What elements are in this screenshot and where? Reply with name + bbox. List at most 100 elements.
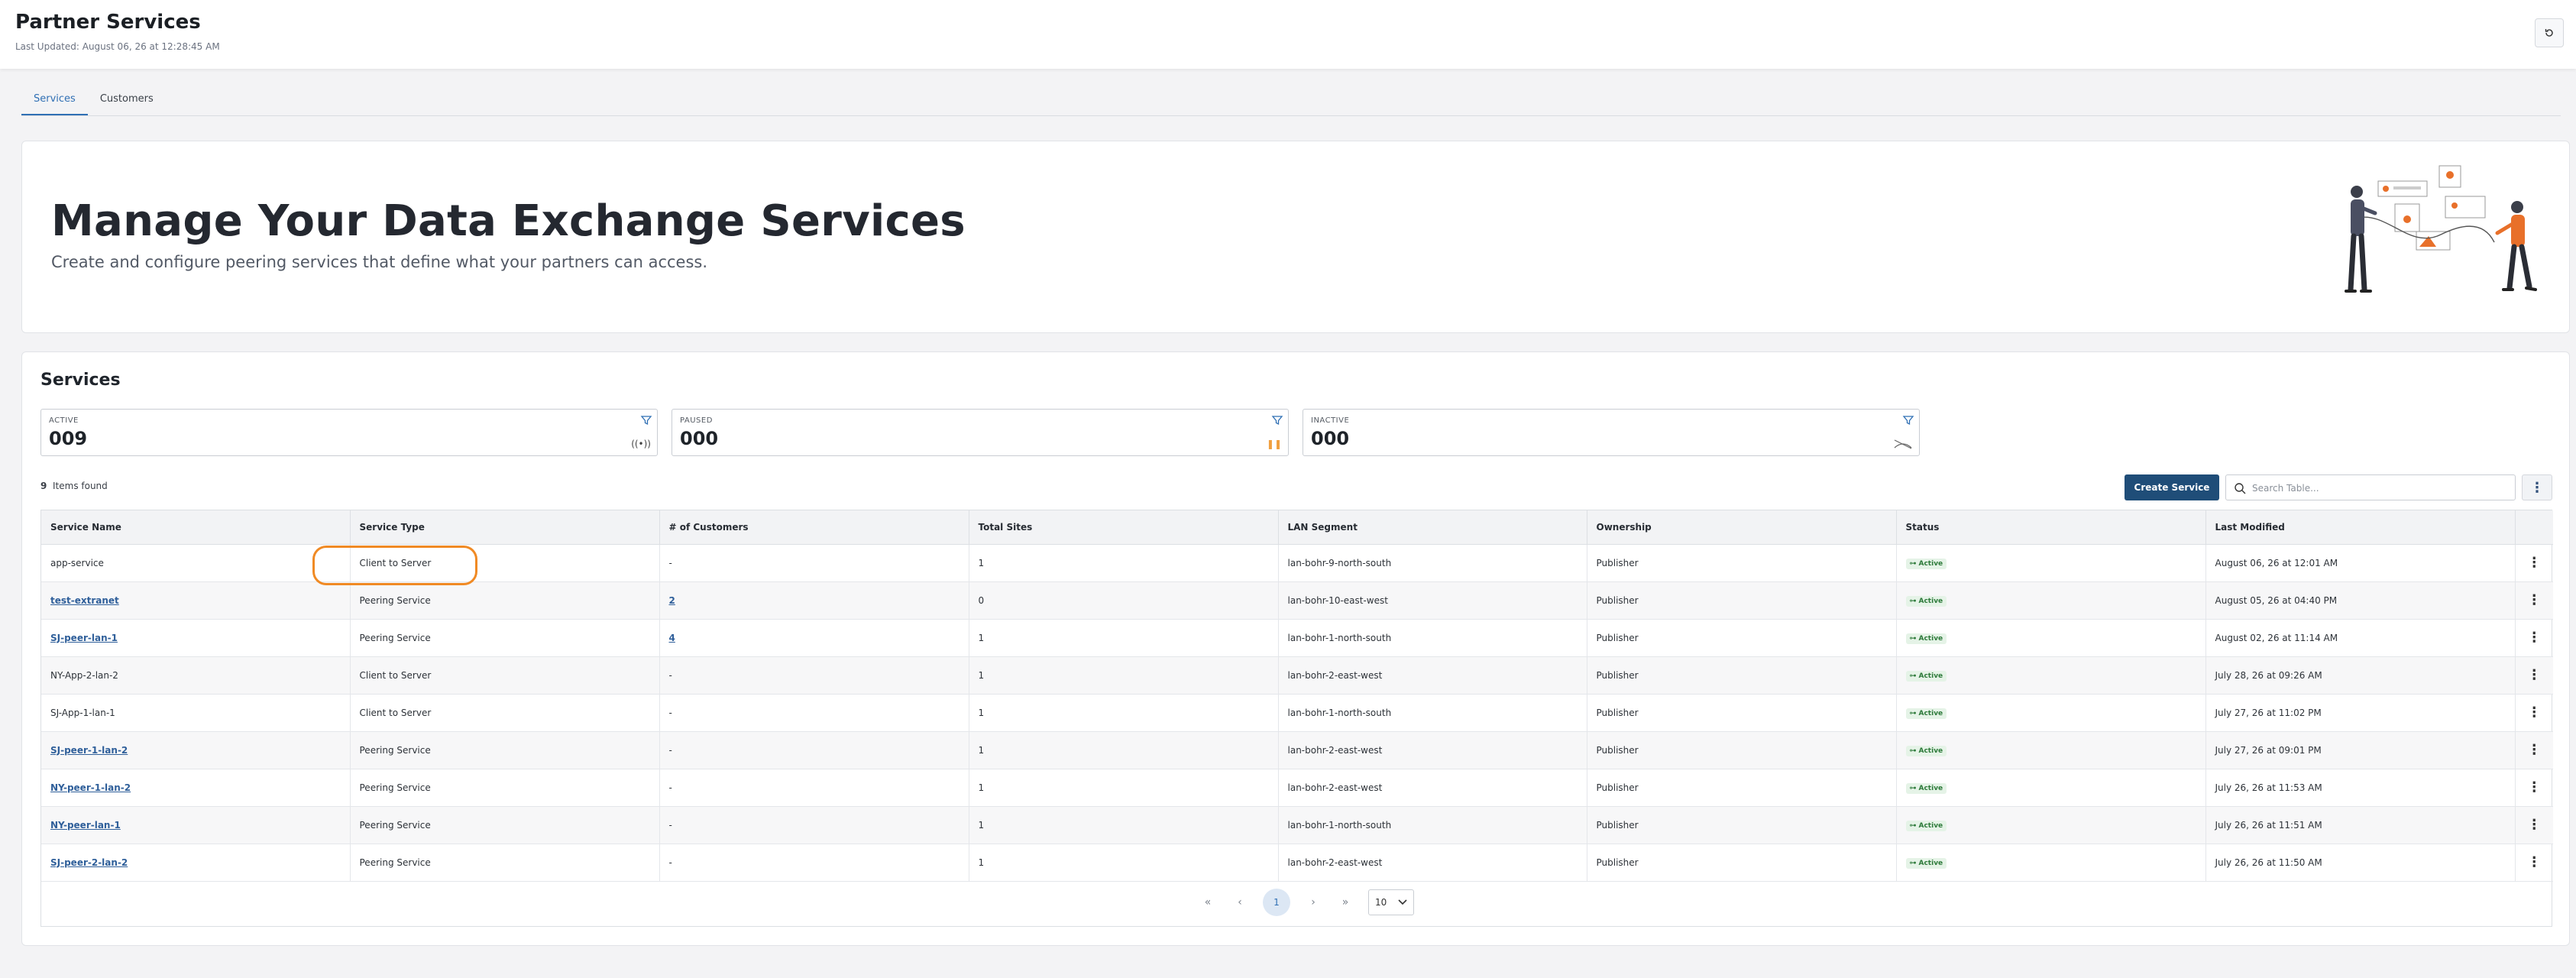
last-modified-cell: July 26, 26 at 11:51 AM xyxy=(2205,806,2516,844)
row-actions-cell[interactable]: ⋮ xyxy=(2515,769,2553,807)
service-name-cell[interactable]: test-extranet xyxy=(41,581,351,620)
hero-title: Manage Your Data Exchange Services xyxy=(51,196,966,246)
row-actions-cell[interactable]: ⋮ xyxy=(2515,544,2553,582)
service-name[interactable]: SJ-peer-2-lan-2 xyxy=(50,857,128,868)
status-cell: ⊶ Active xyxy=(1896,656,2206,695)
filter-icon[interactable] xyxy=(640,414,652,426)
row-actions-cell[interactable]: ⋮ xyxy=(2515,844,2553,882)
stat-card-inactive[interactable]: INACTIVE 000 xyxy=(1303,409,1920,456)
table-row[interactable]: test-extranet Peering Service 2 0 lan-bohr-1… xyxy=(41,581,2553,620)
table-row[interactable]: NY-peer-1-lan-2 Peering Service - 1 lan-bohr… xyxy=(41,769,2553,807)
stat-label: INACTIVE xyxy=(1311,416,1350,425)
first-page-button[interactable]: « xyxy=(1199,896,1217,908)
service-name-cell[interactable]: NY-peer-lan-1 xyxy=(41,806,351,844)
status-badge: ⊶ Active xyxy=(1905,558,1947,569)
refresh-button[interactable] xyxy=(2535,18,2564,47)
row-actions-cell[interactable]: ⋮ xyxy=(2515,656,2553,695)
service-name[interactable]: NY-peer-1-lan-2 xyxy=(50,782,131,793)
status-badge: ⊶ Active xyxy=(1905,670,1947,682)
row-actions-cell[interactable]: ⋮ xyxy=(2515,731,2553,769)
table-row[interactable]: SJ-peer-lan-1 Peering Service 4 1 lan-bohr-1… xyxy=(41,619,2553,657)
kebab-icon[interactable]: ⋮ xyxy=(2527,743,2541,757)
column-header[interactable]: Status xyxy=(1896,510,2206,545)
table-row[interactable]: NY-peer-lan-1 Peering Service - 1 lan-bohr-1… xyxy=(41,806,2553,844)
tab-customers[interactable]: Customers xyxy=(88,84,166,115)
page-number-button[interactable]: 1 xyxy=(1263,889,1290,916)
kebab-icon[interactable]: ⋮ xyxy=(2527,705,2541,720)
customers-cell: - xyxy=(659,806,969,844)
column-header[interactable]: Total Sites xyxy=(969,510,1279,545)
filter-icon[interactable] xyxy=(1902,414,1914,426)
ownership-cell: Publisher xyxy=(1587,544,1897,582)
row-actions-cell[interactable]: ⋮ xyxy=(2515,619,2553,657)
column-header[interactable]: # of Customers xyxy=(659,510,969,545)
service-name-cell[interactable]: SJ-peer-2-lan-2 xyxy=(41,844,351,882)
last-page-button[interactable]: » xyxy=(1336,896,1354,908)
hero-subtitle: Create and configure peering services th… xyxy=(51,253,708,271)
search-icon xyxy=(2235,483,2246,494)
table-row[interactable]: SJ-peer-2-lan-2 Peering Service - 1 lan-bohr… xyxy=(41,844,2553,882)
more-options-button[interactable]: ⋮ xyxy=(2522,474,2552,500)
column-header[interactable]: Service Type xyxy=(350,510,660,545)
service-name-cell[interactable]: SJ-peer-lan-1 xyxy=(41,619,351,657)
filter-icon[interactable] xyxy=(1271,414,1283,426)
service-type-cell: Peering Service xyxy=(350,731,660,769)
table-row[interactable]: SJ-peer-1-lan-2 Peering Service - 1 lan-bohr… xyxy=(41,731,2553,769)
search-input[interactable] xyxy=(2252,480,2504,497)
create-service-button[interactable]: Create Service xyxy=(2125,474,2219,500)
ownership-cell: Publisher xyxy=(1587,769,1897,807)
kebab-icon[interactable]: ⋮ xyxy=(2527,818,2541,832)
stat-card-active[interactable]: ACTIVE 009 ((•)) xyxy=(40,409,658,456)
kebab-icon[interactable]: ⋮ xyxy=(2527,668,2541,682)
tab-services[interactable]: Services xyxy=(21,84,88,115)
service-name[interactable]: test-extranet xyxy=(50,595,119,606)
table-row[interactable]: app-service Client to Server - 1 lan-bohr-9-… xyxy=(41,544,2553,582)
row-actions-cell[interactable]: ⋮ xyxy=(2515,694,2553,732)
service-type-cell: Client to Server xyxy=(350,656,660,695)
customers-count[interactable]: 2 xyxy=(669,595,675,606)
kebab-icon[interactable]: ⋮ xyxy=(2527,780,2541,795)
service-name[interactable]: SJ-peer-1-lan-2 xyxy=(50,745,128,756)
customers-cell[interactable]: 4 xyxy=(659,619,969,657)
kebab-icon[interactable]: ⋮ xyxy=(2527,630,2541,645)
kebab-icon[interactable]: ⋮ xyxy=(2527,555,2541,570)
prev-page-button[interactable]: ‹ xyxy=(1231,896,1249,908)
total-sites-cell: 1 xyxy=(969,544,1279,582)
refresh-icon xyxy=(2545,29,2553,37)
column-header[interactable]: Service Name xyxy=(41,510,351,545)
stat-card-paused[interactable]: PAUSED 000 ❚❚ xyxy=(672,409,1289,456)
status-cell: ⊶ Active xyxy=(1896,769,2206,807)
link-icon: ⊶ xyxy=(1909,559,1917,568)
kebab-icon[interactable]: ⋮ xyxy=(2527,855,2541,870)
service-name-cell[interactable]: SJ-peer-1-lan-2 xyxy=(41,731,351,769)
service-name: app-service xyxy=(50,557,104,568)
customers-cell[interactable]: 2 xyxy=(659,581,969,620)
customers-count[interactable]: 4 xyxy=(669,633,675,643)
row-actions-cell[interactable]: ⋮ xyxy=(2515,581,2553,620)
column-header[interactable]: LAN Segment xyxy=(1278,510,1587,545)
items-found-count: 9 xyxy=(40,481,47,491)
hero-banner: Manage Your Data Exchange Services Creat… xyxy=(21,141,2570,333)
row-actions-cell[interactable]: ⋮ xyxy=(2515,806,2553,844)
service-name-cell[interactable]: NY-peer-1-lan-2 xyxy=(41,769,351,807)
table-row[interactable]: NY-App-2-lan-2 Client to Server - 1 lan-bohr… xyxy=(41,656,2553,695)
service-name[interactable]: NY-peer-lan-1 xyxy=(50,820,121,831)
column-header[interactable]: Ownership xyxy=(1587,510,1897,545)
last-modified-cell: July 27, 26 at 09:01 PM xyxy=(2205,731,2516,769)
link-icon: ⊶ xyxy=(1909,821,1917,830)
service-name[interactable]: SJ-peer-lan-1 xyxy=(50,633,118,643)
lan-segment-cell: lan-bohr-9-north-south xyxy=(1278,544,1587,582)
next-page-button[interactable]: › xyxy=(1304,896,1322,908)
actions-column-header xyxy=(2515,510,2553,545)
page-size-select[interactable]: 10 xyxy=(1368,889,1414,915)
column-header[interactable]: Last Modified xyxy=(2205,510,2516,545)
service-type-cell: Peering Service xyxy=(350,581,660,620)
customers-cell: - xyxy=(659,731,969,769)
kebab-icon[interactable]: ⋮ xyxy=(2527,593,2541,607)
total-sites-cell: 1 xyxy=(969,769,1279,807)
table-row[interactable]: SJ-App-1-lan-1 Client to Server - 1 lan-bohr… xyxy=(41,694,2553,732)
stat-value: 009 xyxy=(49,428,88,449)
search-box[interactable] xyxy=(2225,474,2516,500)
status-cell: ⊶ Active xyxy=(1896,581,2206,620)
link-icon: ⊶ xyxy=(1909,672,1917,680)
